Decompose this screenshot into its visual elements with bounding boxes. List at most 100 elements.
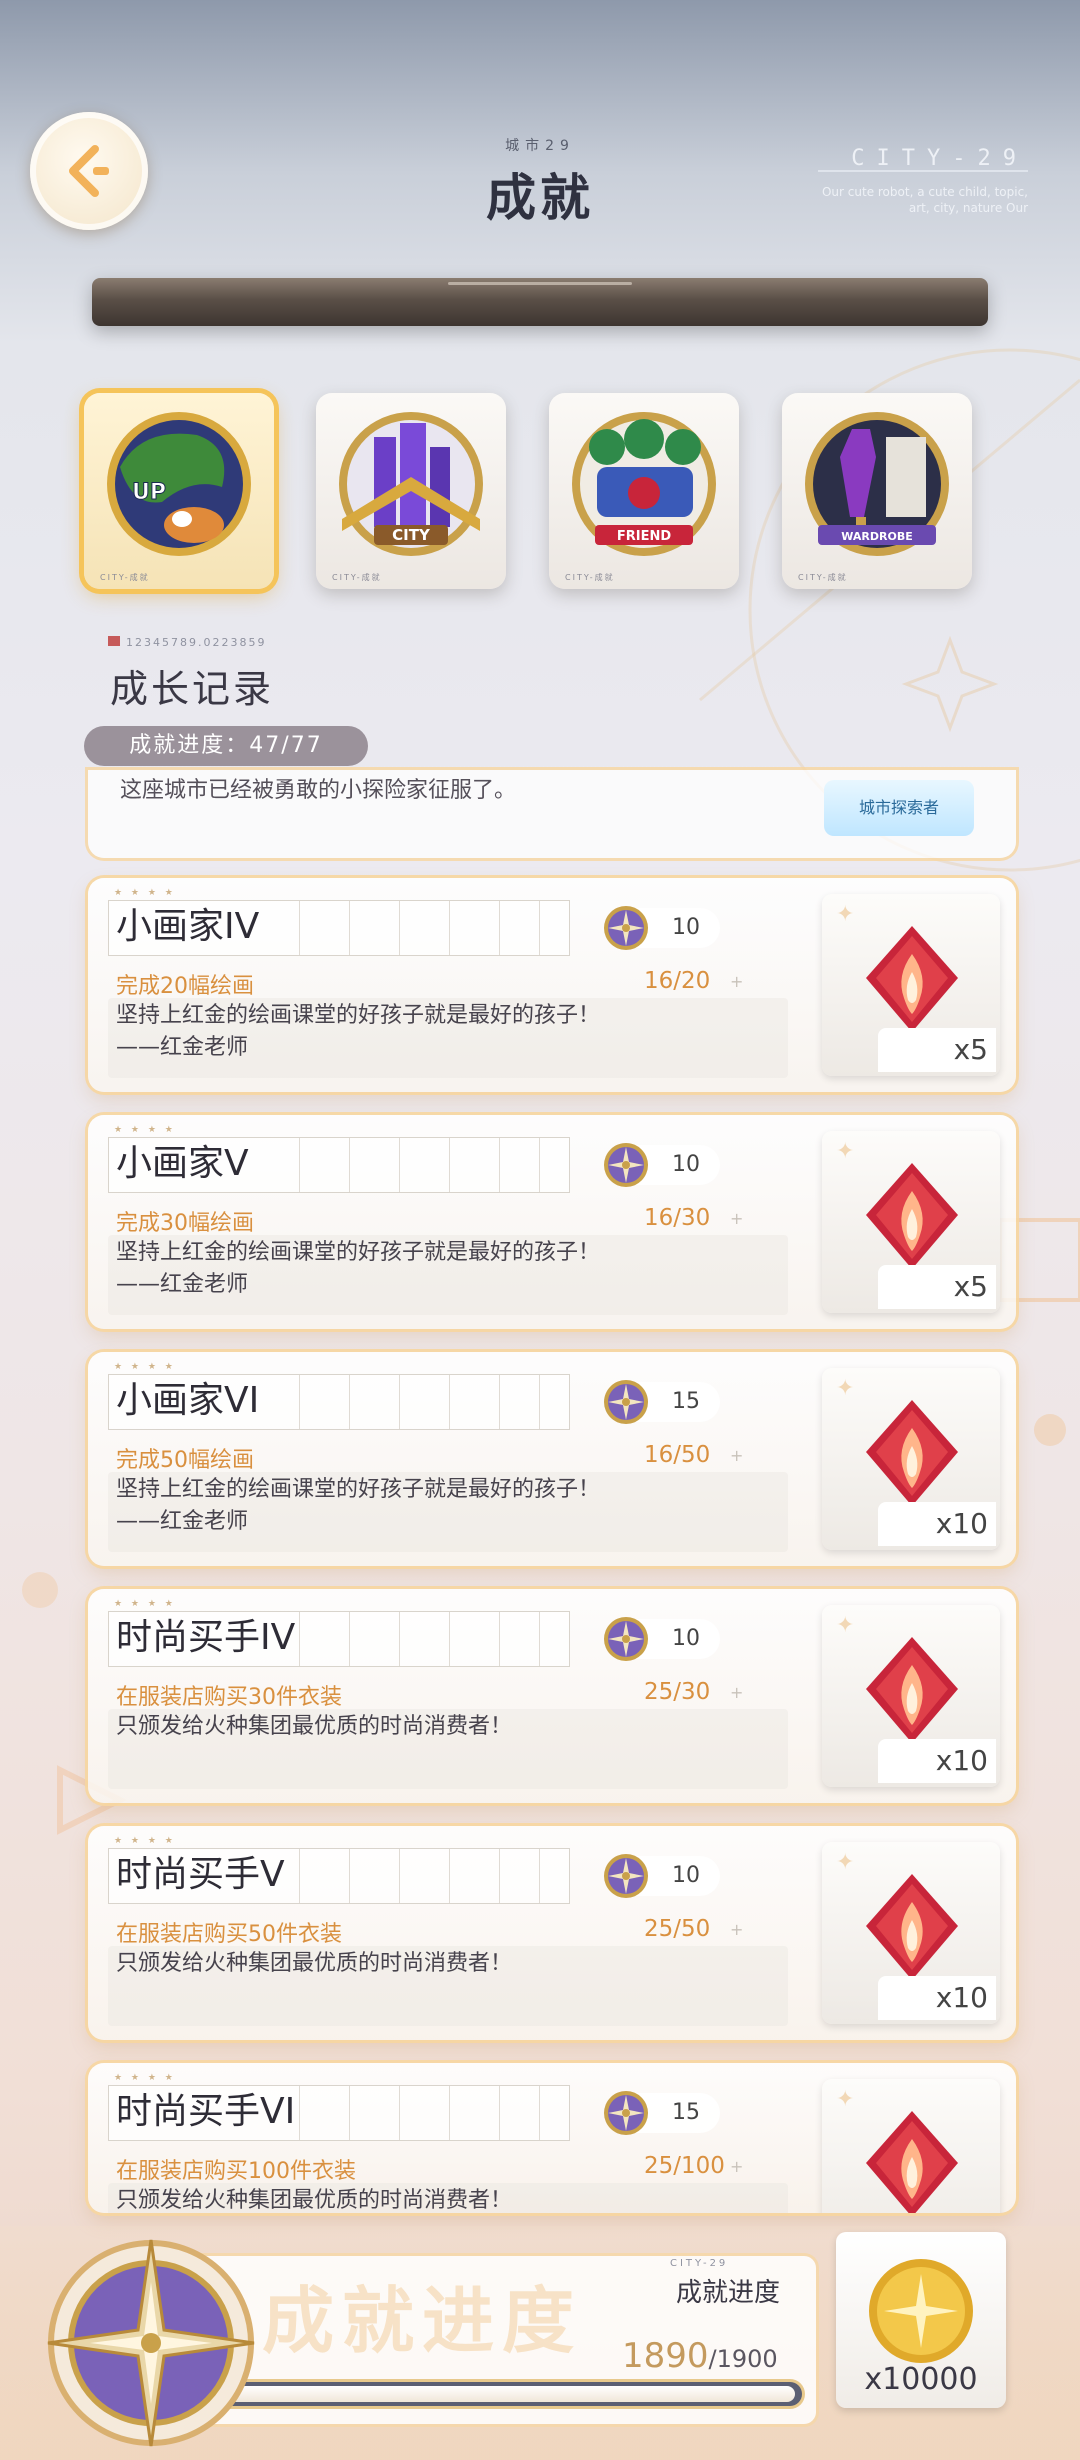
reward-badge-label: 城市探索者	[858, 798, 939, 817]
medal-up-label: UP	[132, 480, 166, 505]
card-stars: ★ ★ ★ ★	[114, 1362, 176, 1372]
section-code: 12345789.0223859	[126, 636, 267, 649]
fire-crystal-icon	[866, 1400, 958, 1506]
progress-tag: CITY-29	[670, 2258, 729, 2269]
card-task: 完成20幅绘画	[116, 974, 254, 999]
card-description: 只颁发给火种集团最优质的时尚消费者！	[116, 2185, 756, 2213]
card-points: 10	[672, 1863, 700, 1888]
reward-item[interactable]: ✦ x5	[822, 1131, 1000, 1313]
card-points: 15	[672, 1389, 700, 1414]
card-description: 只颁发给火种集团最优质的时尚消费者！	[116, 1711, 756, 1743]
card-progress: 16/50	[644, 1442, 711, 1468]
card-progress: 25/30	[644, 1679, 711, 1705]
category-footer: CITY-成就	[798, 573, 848, 582]
card-progress: 16/20	[644, 968, 711, 994]
sparkle-icon: ✦	[836, 1613, 855, 1638]
card-description: 坚持上红金的绘画课堂的好孩子就是最好的孩子！ ——红金老师	[116, 1000, 756, 1064]
card-title: 时尚买手IV	[116, 1617, 296, 1658]
reward-item[interactable]: ✦ x5	[822, 894, 1000, 1076]
card-description: 坚持上红金的绘画课堂的好孩子就是最好的孩子！ ——红金老师	[116, 1237, 756, 1301]
card-points: 15	[672, 2100, 700, 2125]
category-tab-up[interactable]: UP CITY-成就	[84, 393, 274, 589]
card-stars: ★ ★ ★ ★	[114, 1599, 176, 1609]
card-description-line2: ——红金老师	[116, 1509, 249, 1534]
achievement-card[interactable]: ★ ★ ★ ★ 时尚买手Ⅴ 10 在服装店购买50件衣装 25/50 + 只颁发…	[88, 1826, 1016, 2040]
reward-badge: 城市探索者	[824, 780, 974, 836]
reward-quantity: x10	[878, 1976, 996, 2020]
plus-icon: +	[730, 2157, 744, 2176]
card-stars: ★ ★ ★ ★	[114, 2073, 176, 2083]
fire-crystal-icon	[866, 1874, 958, 1980]
city-tag: CITY-29	[851, 146, 1028, 171]
banner-highlight	[448, 282, 632, 285]
fire-crystal-icon	[866, 1637, 958, 1743]
reward-item[interactable]: ✦	[822, 2079, 1000, 2213]
card-progress: 25/50	[644, 1916, 711, 1942]
fire-crystal-icon	[866, 1163, 958, 1269]
category-tab-wardrobe[interactable]: WARDROBE CITY-成就	[782, 393, 972, 589]
achievement-card[interactable]: ★ ★ ★ ★ 小画家IV 10 完成20幅绘画 16/20 + 坚持上红金的绘…	[88, 878, 1016, 1092]
card-title: 时尚买手Ⅴ	[116, 1854, 285, 1895]
achievement-card[interactable]: ★ ★ ★ ★ 时尚买手IV 10 在服装店购买30件衣装 25/30 + 只颁…	[88, 1589, 1016, 1803]
plus-icon: +	[730, 1920, 744, 1939]
reward-item[interactable]: ✦ x10	[822, 1368, 1000, 1550]
card-description: 这座城市已经被勇敢的小探险家征服了。	[120, 778, 517, 803]
fire-crystal-icon	[866, 926, 958, 1032]
category-footer: CITY-成就	[100, 573, 150, 582]
reward-quantity: x10	[878, 1739, 996, 1783]
plus-icon: +	[730, 1209, 744, 1228]
sparkle-icon: ✦	[836, 902, 855, 927]
card-progress: 25/100	[644, 2153, 725, 2179]
card-title: 小画家IV	[116, 906, 260, 947]
reward-item[interactable]: ✦ x10	[822, 1605, 1000, 1787]
total-reward-quantity: x10000	[864, 2362, 978, 2397]
medal-friend-icon: FRIEND	[572, 412, 716, 556]
divider	[818, 170, 1028, 172]
card-task: 在服装店购买100件衣装	[116, 2159, 356, 2184]
card-points: 10	[672, 1152, 700, 1177]
banner-bar	[92, 278, 988, 326]
section-flag-icon	[108, 636, 120, 646]
achievement-card-partial[interactable]: 这座城市已经被勇敢的小探险家征服了。 城市探索者	[88, 770, 1016, 858]
card-title: 小画家Ⅴ	[116, 1143, 249, 1184]
reward-item[interactable]: ✦ x10	[822, 1842, 1000, 2024]
sparkle-icon: ✦	[836, 2087, 855, 2112]
category-tab-friend[interactable]: FRIEND CITY-成就	[549, 393, 739, 589]
reward-quantity: x5	[878, 1028, 996, 1072]
plus-icon: +	[730, 972, 744, 991]
progress-total: /1900	[708, 2345, 778, 2373]
sparkle-icon: ✦	[836, 1850, 855, 1875]
compass-point-icon	[604, 906, 648, 950]
card-description: 只颁发给火种集团最优质的时尚消费者！	[116, 1948, 756, 1980]
reward-quantity: x5	[878, 1265, 996, 1309]
city-description: Our cute robot, a cute child, topic, art…	[821, 185, 1028, 215]
card-task: 在服装店购买50件衣装	[116, 1922, 342, 1947]
progress-current: 1890	[622, 2336, 709, 2376]
card-points: 10	[672, 1626, 700, 1651]
achievement-card[interactable]: ★ ★ ★ ★ 时尚买手VI 15 在服装店购买100件衣装 25/100 + …	[88, 2063, 1016, 2213]
card-stars: ★ ★ ★ ★	[114, 1125, 176, 1135]
card-stars: ★ ★ ★ ★	[114, 1836, 176, 1846]
card-description-line1: 只颁发给火种集团最优质的时尚消费者！	[116, 1951, 513, 1976]
medal-city-icon: CITY	[339, 412, 483, 556]
medal-city-label: CITY	[392, 526, 431, 544]
fire-crystal-icon	[866, 2111, 958, 2213]
card-description-line1: 坚持上红金的绘画课堂的好孩子就是最好的孩子！	[116, 1477, 601, 1502]
plus-icon: +	[730, 1683, 744, 1702]
category-footer: CITY-成就	[332, 573, 382, 582]
card-description-line1: 只颁发给火种集团最优质的时尚消费者！	[116, 2188, 513, 2213]
progress-fill	[184, 2386, 795, 2402]
sparkle-icon: ✦	[836, 1139, 855, 1164]
progress-watermark: 成就进度	[262, 2279, 583, 2363]
card-description-line2: ——红金老师	[116, 1035, 249, 1060]
achievement-card[interactable]: ★ ★ ★ ★ 小画家Ⅴ 10 完成30幅绘画 16/30 + 坚持上红金的绘画…	[88, 1115, 1016, 1329]
plus-icon: +	[730, 1446, 744, 1465]
category-tab-city[interactable]: CITY CITY-成就	[316, 393, 506, 589]
card-progress: 16/30	[644, 1205, 711, 1231]
compass-point-icon	[604, 1143, 648, 1187]
card-description: 坚持上红金的绘画课堂的好孩子就是最好的孩子！ ——红金老师	[116, 1474, 756, 1538]
achievement-card[interactable]: ★ ★ ★ ★ 小画家VI 15 完成50幅绘画 16/50 + 坚持上红金的绘…	[88, 1352, 1016, 1566]
achievement-progress-pill: 成就进度：47/77	[84, 726, 368, 766]
card-description-line1: 坚持上红金的绘画课堂的好孩子就是最好的孩子！	[116, 1240, 601, 1265]
card-task: 完成50幅绘画	[116, 1448, 254, 1473]
